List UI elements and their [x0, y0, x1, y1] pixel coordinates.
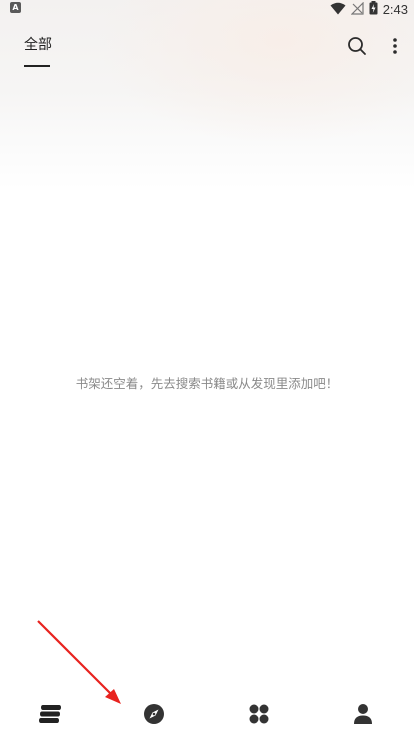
annotation-arrow [37, 620, 121, 704]
bookshelf-icon [38, 704, 62, 728]
screen: A 2:43 全部 书架还空着，先去搜索书籍或从发现里添加吧！ [0, 0, 414, 737]
grid-icon [248, 703, 270, 729]
nav-item-apps[interactable] [246, 703, 272, 729]
nav-item-discover[interactable] [141, 703, 167, 729]
compass-icon [143, 703, 165, 729]
nav-item-bookshelf[interactable] [37, 703, 63, 729]
bottom-nav [0, 695, 414, 737]
nav-item-profile[interactable] [350, 703, 376, 729]
person-icon [353, 703, 373, 729]
